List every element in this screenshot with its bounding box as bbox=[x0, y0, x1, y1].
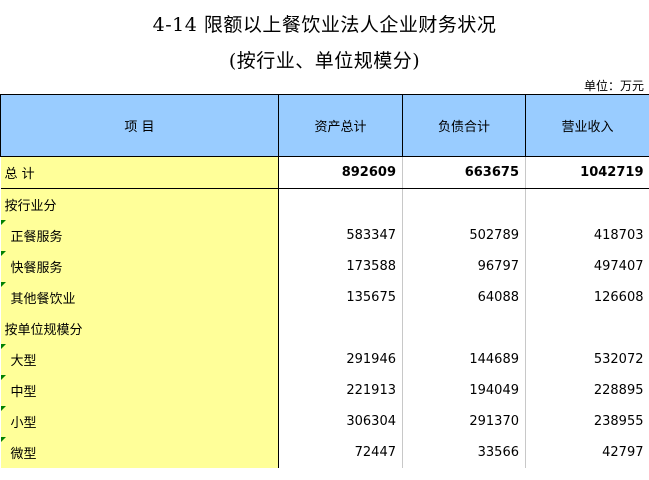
header-item[interactable]: 项 目 bbox=[0, 94, 279, 157]
header-liabilities[interactable]: 负债合计 bbox=[402, 94, 526, 157]
cell-assets[interactable]: 291946 bbox=[278, 343, 403, 375]
cell-revenue[interactable]: 126608 bbox=[526, 282, 649, 313]
row-label[interactable]: 中型 bbox=[0, 374, 279, 406]
row-label-text: 正餐服务 bbox=[10, 229, 63, 245]
row-label-text: 快餐服务 bbox=[10, 260, 63, 276]
header-assets[interactable]: 资产总计 bbox=[278, 94, 403, 157]
table-row-section: 按单位规模分 bbox=[0, 312, 649, 344]
cell-liabilities[interactable]: 291370 bbox=[402, 405, 526, 437]
cell-liabilities[interactable]: 33566 bbox=[402, 436, 526, 468]
cell-liabilities[interactable]: 194049 bbox=[402, 374, 526, 406]
header-row: 项 目 资产总计 负债合计 营业收入 bbox=[0, 94, 649, 157]
cell-revenue[interactable] bbox=[526, 313, 649, 344]
table-row: 小型 306304 291370 238955 bbox=[0, 405, 649, 437]
cell-revenue[interactable]: 238955 bbox=[526, 406, 649, 437]
cell-revenue[interactable]: 497407 bbox=[526, 251, 649, 282]
table-row-total: 总 计 892609 663675 1042719 bbox=[0, 156, 649, 189]
cell-liabilities[interactable]: 64088 bbox=[402, 281, 526, 313]
row-label[interactable]: 按单位规模分 bbox=[0, 312, 279, 344]
comment-indicator-icon bbox=[0, 374, 6, 380]
table-row-section: 按行业分 bbox=[0, 188, 649, 220]
row-label[interactable]: 正餐服务 bbox=[0, 219, 279, 251]
cell-assets[interactable]: 221913 bbox=[278, 374, 403, 406]
table-row: 微型 72447 33566 42797 bbox=[0, 436, 649, 468]
comment-indicator-icon bbox=[0, 250, 6, 256]
cell-liabilities[interactable]: 144689 bbox=[402, 343, 526, 375]
cell-revenue[interactable]: 228895 bbox=[526, 375, 649, 406]
cell-revenue[interactable]: 42797 bbox=[526, 437, 649, 468]
row-label[interactable]: 其他餐饮业 bbox=[0, 281, 279, 313]
row-label[interactable]: 微型 bbox=[0, 436, 279, 468]
row-label[interactable]: 总 计 bbox=[0, 156, 279, 189]
cell-revenue[interactable]: 1042719 bbox=[525, 156, 649, 189]
comment-indicator-icon bbox=[0, 405, 6, 411]
cell-assets[interactable]: 173588 bbox=[278, 250, 403, 282]
cell-liabilities[interactable]: 96797 bbox=[402, 250, 526, 282]
header-revenue[interactable]: 营业收入 bbox=[525, 94, 649, 157]
table-row: 大型 291946 144689 532072 bbox=[0, 343, 649, 375]
table-title: 4-14 限额以上餐饮业法人企业财务状况 bbox=[152, 14, 497, 36]
row-label[interactable]: 快餐服务 bbox=[0, 250, 279, 282]
row-label[interactable]: 按行业分 bbox=[0, 188, 279, 220]
row-label-text: 中型 bbox=[10, 384, 37, 400]
cell-liabilities[interactable] bbox=[402, 188, 526, 220]
cell-revenue[interactable] bbox=[526, 189, 649, 220]
finance-table: 项 目 资产总计 负债合计 营业收入 总 计 892609 663675 104… bbox=[0, 94, 649, 468]
table-row: 其他餐饮业 135675 64088 126608 bbox=[0, 281, 649, 313]
row-label-text: 其他餐饮业 bbox=[10, 291, 76, 307]
row-label-text: 小型 bbox=[10, 415, 37, 431]
cell-assets[interactable]: 72447 bbox=[278, 436, 403, 468]
comment-indicator-icon bbox=[0, 436, 6, 442]
cell-assets[interactable]: 306304 bbox=[278, 405, 403, 437]
table-row: 中型 221913 194049 228895 bbox=[0, 374, 649, 406]
comment-indicator-icon bbox=[0, 219, 6, 225]
row-label-text: 大型 bbox=[10, 353, 37, 369]
cell-liabilities[interactable]: 663675 bbox=[402, 156, 526, 189]
comment-indicator-icon bbox=[0, 281, 6, 287]
cell-assets[interactable] bbox=[278, 312, 403, 344]
unit-label: 单位：万元 bbox=[583, 79, 644, 93]
cell-assets[interactable] bbox=[278, 188, 403, 220]
row-label[interactable]: 大型 bbox=[0, 343, 279, 375]
table-subtitle: (按行业、单位规模分) bbox=[228, 50, 421, 72]
table-row: 正餐服务 583347 502789 418703 bbox=[0, 219, 649, 251]
cell-assets[interactable]: 583347 bbox=[278, 219, 403, 251]
cell-revenue[interactable]: 532072 bbox=[526, 344, 649, 375]
cell-liabilities[interactable]: 502789 bbox=[402, 219, 526, 251]
cell-assets[interactable]: 135675 bbox=[278, 281, 403, 313]
table-row: 快餐服务 173588 96797 497407 bbox=[0, 250, 649, 282]
comment-indicator-icon bbox=[0, 343, 6, 349]
cell-liabilities[interactable] bbox=[402, 312, 526, 344]
row-label-text: 微型 bbox=[10, 446, 37, 462]
cell-assets[interactable]: 892609 bbox=[278, 156, 403, 189]
cell-revenue[interactable]: 418703 bbox=[526, 220, 649, 251]
row-label[interactable]: 小型 bbox=[0, 405, 279, 437]
